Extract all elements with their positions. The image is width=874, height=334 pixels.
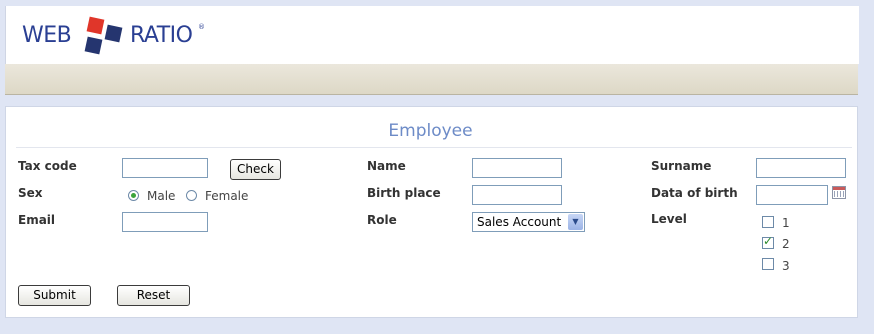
navigation-bar [5,64,858,95]
surname-input[interactable] [756,158,846,178]
name-input[interactable] [472,158,562,178]
calendar-icon[interactable] [832,186,846,199]
role-selected-value: Sales Account [477,215,562,229]
data-of-birth-label: Data of birth [651,186,738,200]
level-label: Level [651,212,687,226]
data-of-birth-input[interactable] [756,185,828,205]
level-1-label[interactable]: 1 [782,216,790,230]
check-button[interactable]: Check [230,159,281,180]
sex-female-radio[interactable] [186,190,197,201]
logo-navy-square [104,24,123,43]
name-label: Name [367,159,406,173]
app-header: WEB RATIO ® [5,6,859,64]
registered-mark: ® [198,23,205,31]
chevron-down-icon[interactable]: ▼ [568,214,583,230]
email-label: Email [18,213,56,227]
window-bottom-border [0,318,874,334]
level-1-checkbox[interactable] [762,216,774,228]
reset-button[interactable]: Reset [117,285,190,306]
tax-code-label: Tax code [18,159,77,173]
role-select[interactable]: Sales Account ▼ [472,212,585,232]
level-2-checkbox[interactable]: ✓ [762,234,774,249]
role-label: Role [367,213,397,227]
submit-button[interactable]: Submit [18,285,91,306]
sex-male-label[interactable]: Male [147,189,175,203]
radio-selected-dot [131,193,136,198]
logo-text-ratio: RATIO [130,23,193,48]
sex-label: Sex [18,186,43,200]
surname-label: Surname [651,159,712,173]
level-3-checkbox[interactable] [762,258,774,270]
employee-form-panel: Employee Tax code Check Name Surname Sex… [5,106,858,318]
check-icon: ✓ [763,234,774,248]
sex-male-radio[interactable] [128,190,139,201]
email-input[interactable] [122,212,208,232]
sex-female-label[interactable]: Female [205,189,248,203]
level-2-label[interactable]: 2 [782,237,790,251]
title-divider [16,147,852,148]
birth-place-label: Birth place [367,186,441,200]
logo-navy-square [84,36,103,55]
birth-place-input[interactable] [472,185,562,205]
level-3-label[interactable]: 3 [782,259,790,273]
form-title: Employee [388,121,473,141]
logo-red-square [86,16,105,35]
logo-text-web: WEB [22,23,72,48]
tax-code-input[interactable] [122,158,208,178]
webratio-logo[interactable]: WEB RATIO ® [22,16,222,61]
